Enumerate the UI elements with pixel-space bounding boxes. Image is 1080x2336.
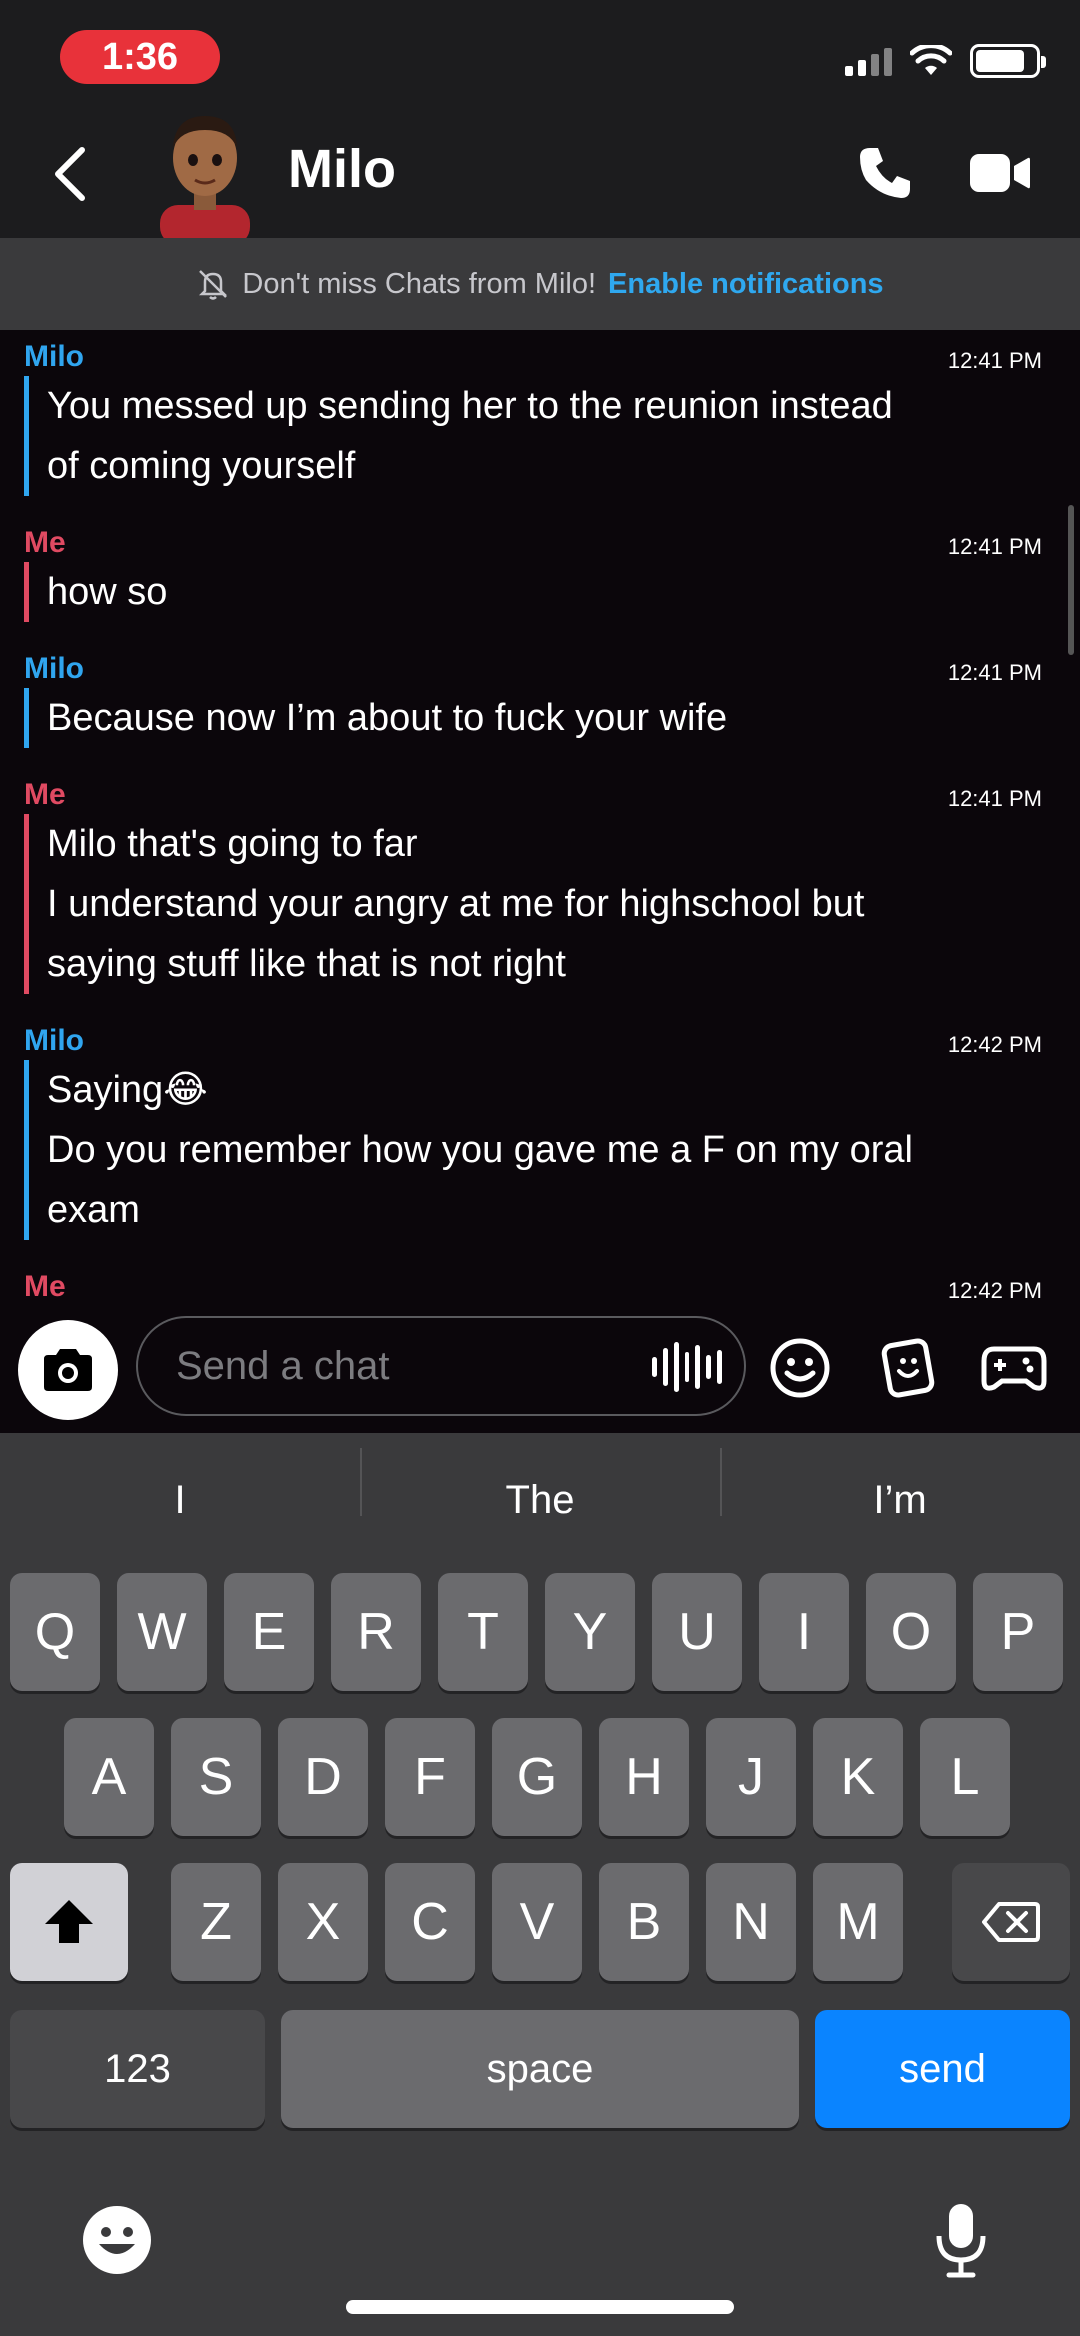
camera-button[interactable] [18,1320,118,1420]
status-time: 1:36 [60,30,220,84]
shift-key[interactable] [10,1863,128,1981]
key-x[interactable]: X [278,1863,368,1981]
send-key[interactable]: send [815,2010,1070,2128]
chevron-left-icon [55,147,85,201]
message-sender: Milo [24,652,84,685]
key-p[interactable]: P [973,1573,1063,1691]
message-text: Because now I’m about to fuck your wife [24,688,1056,748]
banner-text: Don't miss Chats from Milo! [242,267,597,300]
message-item[interactable]: Me 12:41 PM how so [0,520,1080,622]
shift-arrow-icon [45,1900,93,1943]
message-list[interactable]: Milo 12:41 PM You messed up sending her t… [0,330,1080,1298]
key-k[interactable]: K [813,1718,903,1836]
key-e[interactable]: E [224,1573,314,1691]
enable-notifications-link[interactable]: Enable notifications [608,268,884,301]
chat-input[interactable] [176,1343,636,1389]
games-button[interactable] [974,1328,1054,1408]
microphone-icon [936,2204,986,2278]
message-sender: Milo [24,1024,84,1057]
chat-header: Milo [0,110,1080,238]
dictation-button[interactable] [916,2195,1006,2285]
suggestion-item[interactable]: I’m [720,1448,1080,1523]
contact-name[interactable]: Milo [288,138,396,200]
key-y[interactable]: Y [545,1573,635,1691]
bell-off-icon [199,270,228,300]
predictive-suggestions: I The I’m [0,1433,1080,1568]
scrollbar[interactable] [1068,505,1074,655]
delete-key[interactable] [952,1863,1070,1981]
battery-icon [970,44,1046,78]
cellular-signal-icon [845,46,892,76]
key-z[interactable]: Z [171,1863,261,1981]
voice-waveform-icon[interactable] [652,1342,723,1392]
key-t[interactable]: T [438,1573,528,1691]
message-time: 12:42 PM [947,1278,1042,1298]
key-l[interactable]: L [920,1718,1010,1836]
key-h[interactable]: H [599,1718,689,1836]
message-text: Saying😂 Do you remember how you gave me … [24,1060,1056,1240]
status-icons [845,44,1046,78]
message-item[interactable]: Me 12:41 PM Milo that's going to far I un… [0,772,1080,994]
emoji-keyboard-button[interactable] [72,2195,162,2285]
key-d[interactable]: D [278,1718,368,1836]
home-indicator[interactable] [346,2300,734,2314]
chat-input-bar [0,1298,1080,1433]
smiley-icon [770,1338,830,1398]
camera-icon [44,1349,92,1391]
key-j[interactable]: J [706,1718,796,1836]
space-key[interactable]: space [281,2010,799,2128]
wifi-icon [910,45,952,75]
message-time: 12:41 PM [947,348,1042,373]
emoji-button[interactable] [760,1328,840,1408]
status-bar: 1:36 [0,0,1080,110]
message-sender: Me [24,778,66,811]
key-u[interactable]: U [652,1573,742,1691]
back-button[interactable] [30,134,110,214]
message-sender: Milo [24,340,84,373]
message-time: 12:41 PM [947,534,1042,559]
key-c[interactable]: C [385,1863,475,1981]
message-time: 12:42 PM [947,1032,1042,1057]
stickers-icon [881,1338,935,1398]
gamepad-icon [981,1346,1047,1391]
message-time: 12:41 PM [947,786,1042,811]
key-f[interactable]: F [385,1718,475,1836]
key-v[interactable]: V [492,1863,582,1981]
key-a[interactable]: A [64,1718,154,1836]
key-g[interactable]: G [492,1718,582,1836]
key-b[interactable]: B [599,1863,689,1981]
stickers-button[interactable] [868,1328,948,1408]
emoji-keyboard-icon [83,2206,151,2274]
message-text: how so [24,562,1056,622]
key-q[interactable]: Q [10,1573,100,1691]
key-r[interactable]: R [331,1573,421,1691]
avatar[interactable] [150,100,260,238]
phone-icon [860,148,910,198]
key-m[interactable]: M [813,1863,903,1981]
message-sender: Me [24,526,66,559]
message-item[interactable]: Milo 12:41 PM You messed up sending her t… [0,334,1080,496]
message-item[interactable]: Milo 12:41 PM Because now I’m about to fu… [0,646,1080,748]
message-text: Milo that's going to far I understand yo… [24,814,1056,994]
key-i[interactable]: I [759,1573,849,1691]
message-item[interactable]: Me 12:42 PM [0,1264,1080,1298]
key-o[interactable]: O [866,1573,956,1691]
message-sender: Me [24,1270,66,1298]
chat-input-field[interactable] [136,1316,746,1416]
suggestion-item[interactable]: I [0,1478,360,1523]
numbers-key[interactable]: 123 [10,2010,265,2128]
backspace-icon [982,1902,1040,1942]
voice-call-button[interactable] [850,138,920,208]
message-text: You messed up sending her to the reunion… [24,376,1056,496]
key-n[interactable]: N [706,1863,796,1981]
key-s[interactable]: S [171,1718,261,1836]
video-camera-icon [970,154,1030,192]
key-w[interactable]: W [117,1573,207,1691]
message-item[interactable]: Milo 12:42 PM Saying😂 Do you remember how… [0,1018,1080,1240]
suggestion-item[interactable]: The [360,1448,720,1523]
message-time: 12:41 PM [947,660,1042,685]
video-call-button[interactable] [960,138,1040,208]
notification-banner: Don't miss Chats from Milo! Enable notif… [0,238,1080,330]
